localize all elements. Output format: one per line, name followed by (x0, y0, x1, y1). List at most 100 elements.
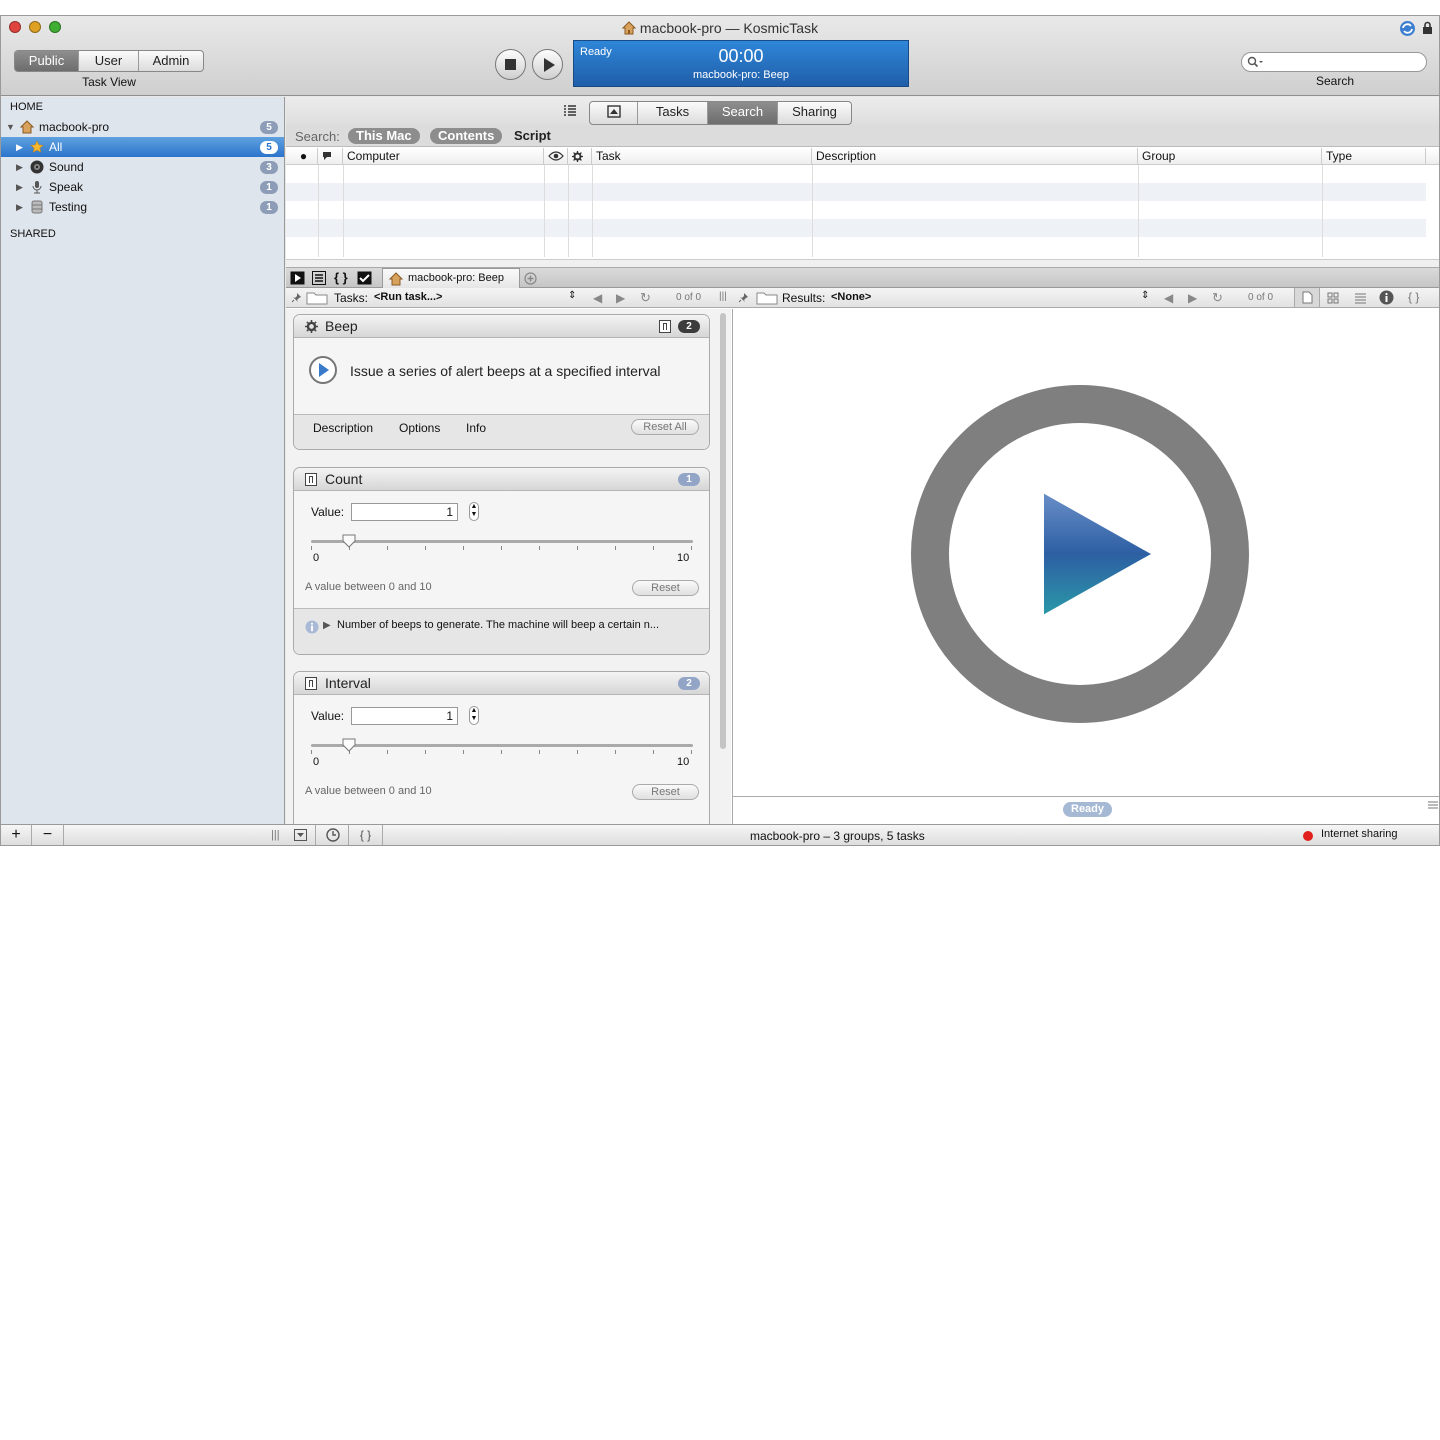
script-view-icon[interactable]: { } (349, 825, 383, 845)
add-tab-icon[interactable] (524, 272, 537, 285)
split-view-divider[interactable] (286, 259, 1439, 267)
results-table-body[interactable] (286, 165, 1426, 257)
run-button[interactable] (532, 49, 563, 80)
slider-knob[interactable] (342, 534, 356, 548)
count-badge: 3 (260, 161, 278, 174)
history-button[interactable] (316, 825, 349, 845)
remove-button[interactable]: − (32, 825, 64, 845)
sidebar-item-host[interactable]: ▼ macbook-pro 5 (1, 117, 284, 137)
disclosure-closed-icon[interactable]: ▶ (16, 157, 23, 177)
value-field[interactable]: 1 (351, 503, 458, 521)
script-view-icon[interactable]: { } (334, 270, 348, 285)
segment-user[interactable]: User (79, 51, 139, 71)
tab-sharing[interactable]: Sharing (778, 102, 851, 124)
sidebar-item-testing[interactable]: ▶ Testing 1 (1, 197, 284, 217)
back-icon[interactable]: ◀ (1164, 291, 1173, 305)
slider-track[interactable] (311, 744, 693, 747)
disclosure-closed-icon[interactable]: ▶ (16, 137, 23, 157)
lock-icon[interactable] (1422, 21, 1433, 35)
value-stepper[interactable]: ▲ ▼ (469, 502, 479, 521)
run-task-button[interactable] (308, 355, 338, 385)
tab-info[interactable]: Info (466, 421, 486, 435)
segment-public[interactable]: Public (15, 51, 79, 71)
forward-icon[interactable]: ▶ (616, 291, 625, 305)
table-row[interactable] (286, 183, 1426, 201)
pane-resize-handle[interactable]: ||| (719, 291, 727, 302)
sidebar-item-speak[interactable]: ▶ Speak 1 (1, 177, 284, 197)
scope-contents[interactable]: Contents (430, 128, 503, 144)
scope-this-mac[interactable]: This Mac (348, 128, 420, 144)
back-icon[interactable]: ◀ (593, 291, 602, 305)
search-input[interactable] (1266, 55, 1416, 69)
table-row[interactable] (286, 219, 1426, 237)
tab-description[interactable]: Description (313, 421, 373, 435)
big-run-button[interactable] (909, 383, 1251, 725)
stop-button[interactable] (495, 49, 526, 80)
slider-knob[interactable] (342, 738, 356, 752)
reset-button[interactable]: Reset (632, 580, 699, 596)
value-slider[interactable] (311, 736, 693, 756)
table-row[interactable] (286, 237, 1426, 255)
column-type[interactable]: Type (1322, 148, 1426, 165)
table-row[interactable] (286, 201, 1426, 219)
results-popup[interactable]: <None> (831, 291, 871, 303)
search-field[interactable] (1241, 52, 1427, 72)
list-view-icon[interactable] (563, 105, 577, 117)
slider-track[interactable] (311, 540, 693, 543)
menu-icon[interactable] (1428, 800, 1438, 810)
script-view-icon[interactable]: { } (1408, 290, 1419, 304)
tasks-popup[interactable]: <Run task...> (374, 291, 442, 303)
pin-icon[interactable] (738, 292, 749, 303)
sharing-status-label[interactable]: Internet sharing (1321, 828, 1397, 840)
column-visibility[interactable] (544, 148, 568, 165)
value-field[interactable]: 1 (351, 707, 458, 725)
segment-admin[interactable]: Admin (139, 51, 203, 71)
table-row[interactable] (286, 165, 1426, 183)
pin-icon[interactable] (291, 292, 302, 303)
column-description[interactable]: Description (812, 148, 1138, 165)
drawer-toggle-button[interactable] (286, 825, 316, 845)
value-stepper[interactable]: ▲ ▼ (469, 706, 479, 725)
list-view-icon[interactable] (1354, 292, 1367, 304)
tab-search[interactable]: Search (708, 102, 778, 124)
tab-tasks[interactable]: Tasks (638, 102, 708, 124)
column-settings[interactable] (568, 148, 592, 165)
checkbox-icon[interactable] (357, 271, 372, 285)
resize-handle-icon[interactable]: ||| (271, 829, 280, 841)
column-comment[interactable] (318, 148, 343, 165)
disclosure-closed-icon[interactable]: ▶ (323, 620, 331, 631)
info-icon[interactable] (1379, 290, 1394, 305)
reset-button[interactable]: Reset (632, 784, 699, 800)
list-view-icon[interactable] (312, 271, 326, 285)
disclosure-closed-icon[interactable]: ▶ (16, 177, 23, 197)
column-computer[interactable]: Computer (343, 148, 544, 165)
parameter-card-title: Count (325, 471, 363, 487)
tab-task-view[interactable] (590, 102, 638, 124)
sync-icon[interactable] (1399, 20, 1416, 37)
popup-arrows-icon[interactable]: ⇕ (568, 290, 576, 301)
refresh-icon[interactable]: ↻ (1212, 290, 1223, 306)
column-group[interactable]: Group (1138, 148, 1322, 165)
disclosure-closed-icon[interactable]: ▶ (16, 197, 23, 217)
grid-view-icon[interactable] (1327, 292, 1339, 304)
task-description: Issue a series of alert beeps at a speci… (350, 363, 661, 379)
disclosure-open-icon[interactable]: ▼ (6, 117, 15, 137)
sidebar-item-sound[interactable]: ▶ Sound 3 (1, 157, 284, 177)
document-view-button[interactable] (1294, 288, 1320, 307)
value-slider[interactable] (311, 532, 693, 552)
reset-all-button[interactable]: Reset All (631, 419, 699, 435)
tab-options[interactable]: Options (399, 421, 440, 435)
forward-icon[interactable]: ▶ (1188, 291, 1197, 305)
popup-arrows-icon[interactable]: ⇕ (1141, 290, 1149, 301)
column-status[interactable]: ● (286, 148, 318, 165)
column-task[interactable]: Task (592, 148, 812, 165)
refresh-icon[interactable]: ↻ (640, 290, 651, 306)
scope-script[interactable]: Script (506, 128, 559, 144)
sidebar-item-all[interactable]: ▶ All 5 (1, 137, 284, 157)
vertical-scrollbar[interactable] (720, 313, 726, 749)
add-button[interactable]: + (1, 825, 32, 845)
run-view-icon[interactable] (290, 271, 305, 285)
document-tab-bar: { } macbook-pro: Beep (286, 267, 1439, 288)
document-tab[interactable]: macbook-pro: Beep (382, 268, 520, 288)
sidebar: HOME ▼ macbook-pro 5 ▶ All 5 ▶ Sound 3 ▶… (1, 97, 285, 824)
